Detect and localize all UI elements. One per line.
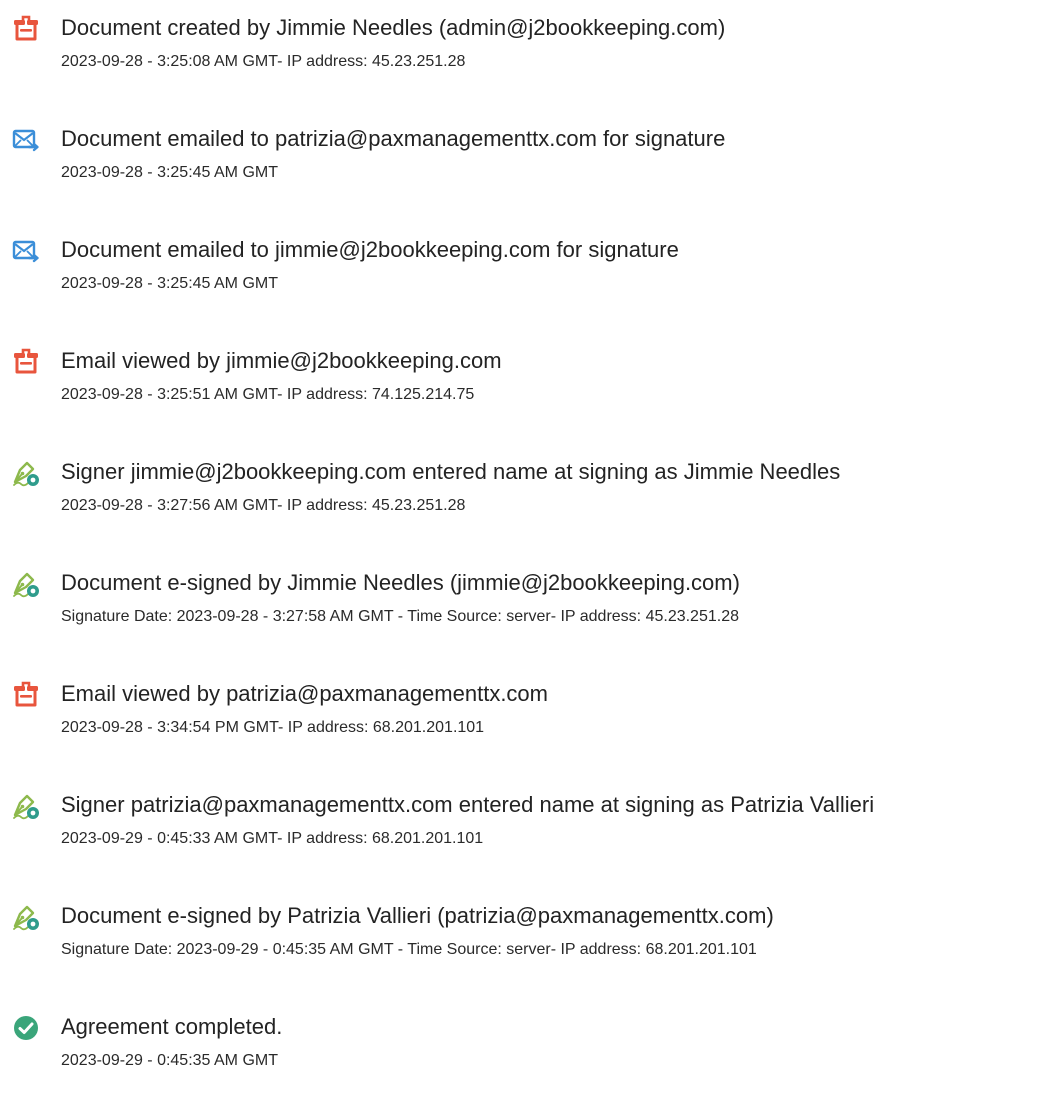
audit-event: Document emailed to patrizia@paxmanageme… <box>0 125 1049 205</box>
signature-pen-icon <box>12 792 40 820</box>
event-timestamp: 2023-09-28 - 3:25:51 AM GMT- IP address:… <box>61 386 475 403</box>
event-timestamp: 2023-09-28 - 3:27:56 AM GMT- IP address:… <box>61 497 466 514</box>
event-timestamp: 2023-09-28 - 3:25:08 AM GMT- IP address:… <box>61 53 466 70</box>
audit-event: Agreement completed. 2023-09-29 - 0:45:3… <box>0 1013 1049 1093</box>
event-title: Email viewed by jimmie@j2bookkeeping.com <box>61 348 502 373</box>
event-timestamp: Signature Date: 2023-09-28 - 3:27:58 AM … <box>61 608 739 625</box>
email-sent-icon <box>12 237 40 265</box>
event-title: Document emailed to patrizia@paxmanageme… <box>61 126 726 151</box>
event-timestamp: 2023-09-29 - 0:45:33 AM GMT- IP address:… <box>61 830 484 847</box>
audit-event: Email viewed by jimmie@j2bookkeeping.com… <box>0 347 1049 427</box>
event-title: Document e-signed by Patrizia Vallieri (… <box>61 903 774 928</box>
document-icon <box>12 15 40 43</box>
email-sent-icon <box>12 126 40 154</box>
signature-pen-icon <box>12 903 40 931</box>
signature-pen-icon <box>12 570 40 598</box>
event-title: Email viewed by patrizia@paxmanagementtx… <box>61 681 548 706</box>
signature-pen-icon <box>12 459 40 487</box>
audit-event: Document emailed to jimmie@j2bookkeeping… <box>0 236 1049 316</box>
event-title: Document emailed to jimmie@j2bookkeeping… <box>61 237 679 262</box>
event-timestamp: 2023-09-28 - 3:34:54 PM GMT- IP address:… <box>61 719 485 736</box>
event-title: Document e-signed by Jimmie Needles (jim… <box>61 570 740 595</box>
audit-event: Signer patrizia@paxmanagementtx.com ente… <box>0 791 1049 871</box>
event-title: Signer patrizia@paxmanagementtx.com ente… <box>61 792 875 817</box>
event-title: Signer jimmie@j2bookkeeping.com entered … <box>61 459 841 484</box>
audit-event: Document created by Jimmie Needles (admi… <box>0 14 1049 94</box>
event-title: Document created by Jimmie Needles (admi… <box>61 15 726 40</box>
event-timestamp: 2023-09-29 - 0:45:35 AM GMT <box>61 1052 278 1069</box>
audit-event: Email viewed by patrizia@paxmanagementtx… <box>0 680 1049 760</box>
audit-event: Signer jimmie@j2bookkeeping.com entered … <box>0 458 1049 538</box>
document-icon <box>12 681 40 709</box>
event-timestamp: 2023-09-28 - 3:25:45 AM GMT <box>61 164 278 181</box>
audit-event: Document e-signed by Jimmie Needles (jim… <box>0 569 1049 649</box>
event-timestamp: Signature Date: 2023-09-29 - 0:45:35 AM … <box>61 941 757 958</box>
checkmark-circle-icon <box>12 1014 40 1042</box>
document-icon <box>12 348 40 376</box>
event-timestamp: 2023-09-28 - 3:25:45 AM GMT <box>61 275 278 292</box>
audit-event: Document e-signed by Patrizia Vallieri (… <box>0 902 1049 982</box>
event-title: Agreement completed. <box>61 1014 283 1039</box>
